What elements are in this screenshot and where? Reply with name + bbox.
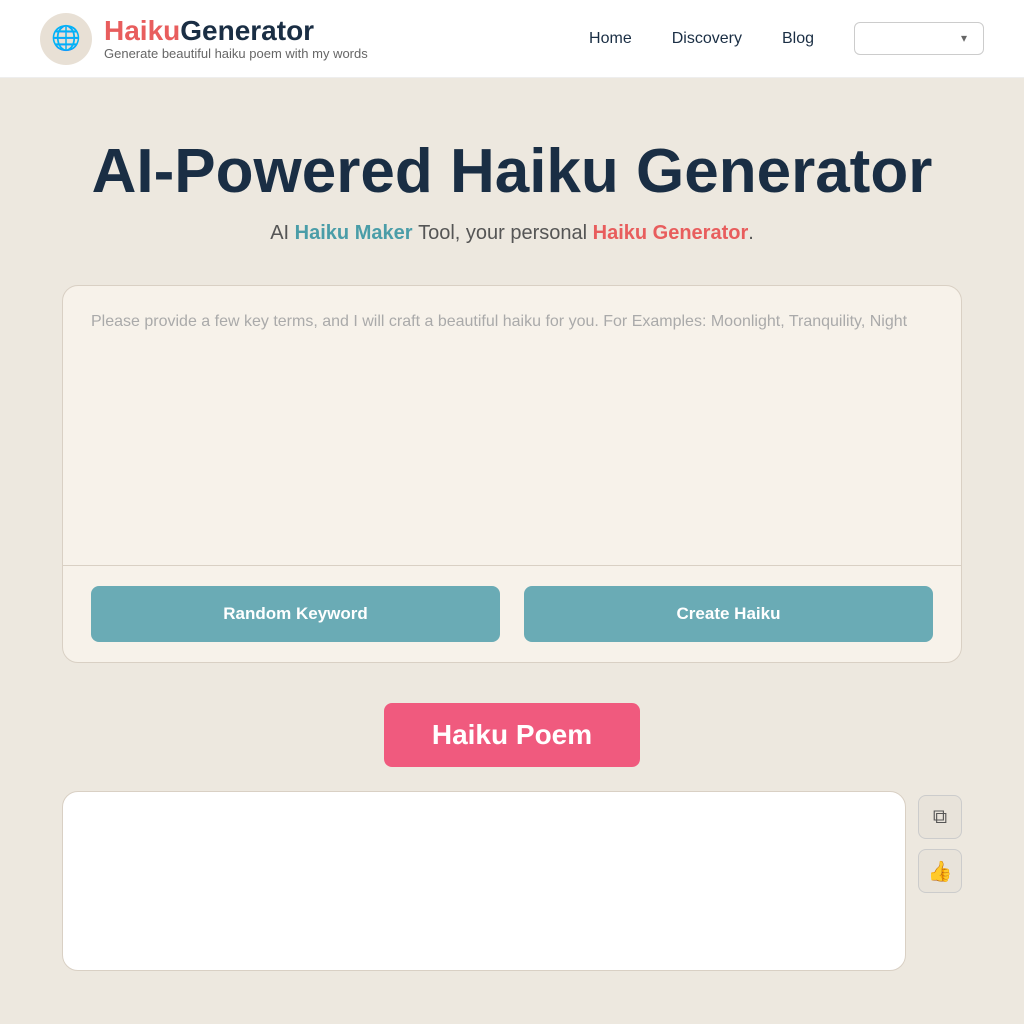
subtitle-suffix: .: [748, 222, 754, 244]
nav-dropdown[interactable]: ▾: [854, 22, 984, 55]
nav-blog[interactable]: Blog: [782, 30, 814, 48]
hero-subtitle: AI Haiku Maker Tool, your personal Haiku…: [270, 222, 754, 245]
nav-home[interactable]: Home: [589, 30, 632, 48]
like-icon: 👍: [928, 859, 953, 884]
button-row: Random Keyword Create Haiku: [63, 566, 961, 662]
haiku-poem-badge: Haiku Poem: [384, 703, 640, 767]
create-haiku-button[interactable]: Create Haiku: [524, 586, 933, 642]
nav-discovery[interactable]: Discovery: [672, 30, 742, 48]
textarea-area: [63, 286, 961, 566]
haiku-poem-section: Haiku Poem ⧉ 👍: [62, 703, 962, 971]
logo-subtitle: Generate beautiful haiku poem with my wo…: [104, 46, 368, 61]
logo-icon: 🌐: [40, 13, 92, 65]
logo-text-area: HaikuGenerator Generate beautiful haiku …: [104, 16, 368, 62]
haiku-output-area: ⧉ 👍: [62, 791, 962, 971]
main-nav: Home Discovery Blog ▾: [589, 22, 984, 55]
like-button[interactable]: 👍: [918, 849, 962, 893]
subtitle-link2[interactable]: Haiku Generator: [593, 222, 749, 244]
subtitle-prefix: AI: [270, 222, 289, 244]
input-card: Random Keyword Create Haiku: [62, 285, 962, 663]
hero-title: AI-Powered Haiku Generator: [92, 138, 933, 206]
chevron-down-icon: ▾: [961, 31, 967, 46]
copy-button[interactable]: ⧉: [918, 795, 962, 839]
subtitle-middle: Tool, your personal: [418, 222, 587, 244]
haiku-output-card: [62, 791, 906, 971]
keyword-input[interactable]: [91, 310, 933, 540]
copy-icon: ⧉: [933, 806, 947, 829]
subtitle-link1[interactable]: Haiku Maker: [295, 222, 413, 244]
logo-area: 🌐 HaikuGenerator Generate beautiful haik…: [40, 13, 589, 65]
haiku-actions: ⧉ 👍: [918, 791, 962, 893]
logo-generator-text: Generator: [180, 15, 314, 46]
logo-title: HaikuGenerator: [104, 16, 368, 47]
random-keyword-button[interactable]: Random Keyword: [91, 586, 500, 642]
logo-haiku-text: Haiku: [104, 15, 180, 46]
